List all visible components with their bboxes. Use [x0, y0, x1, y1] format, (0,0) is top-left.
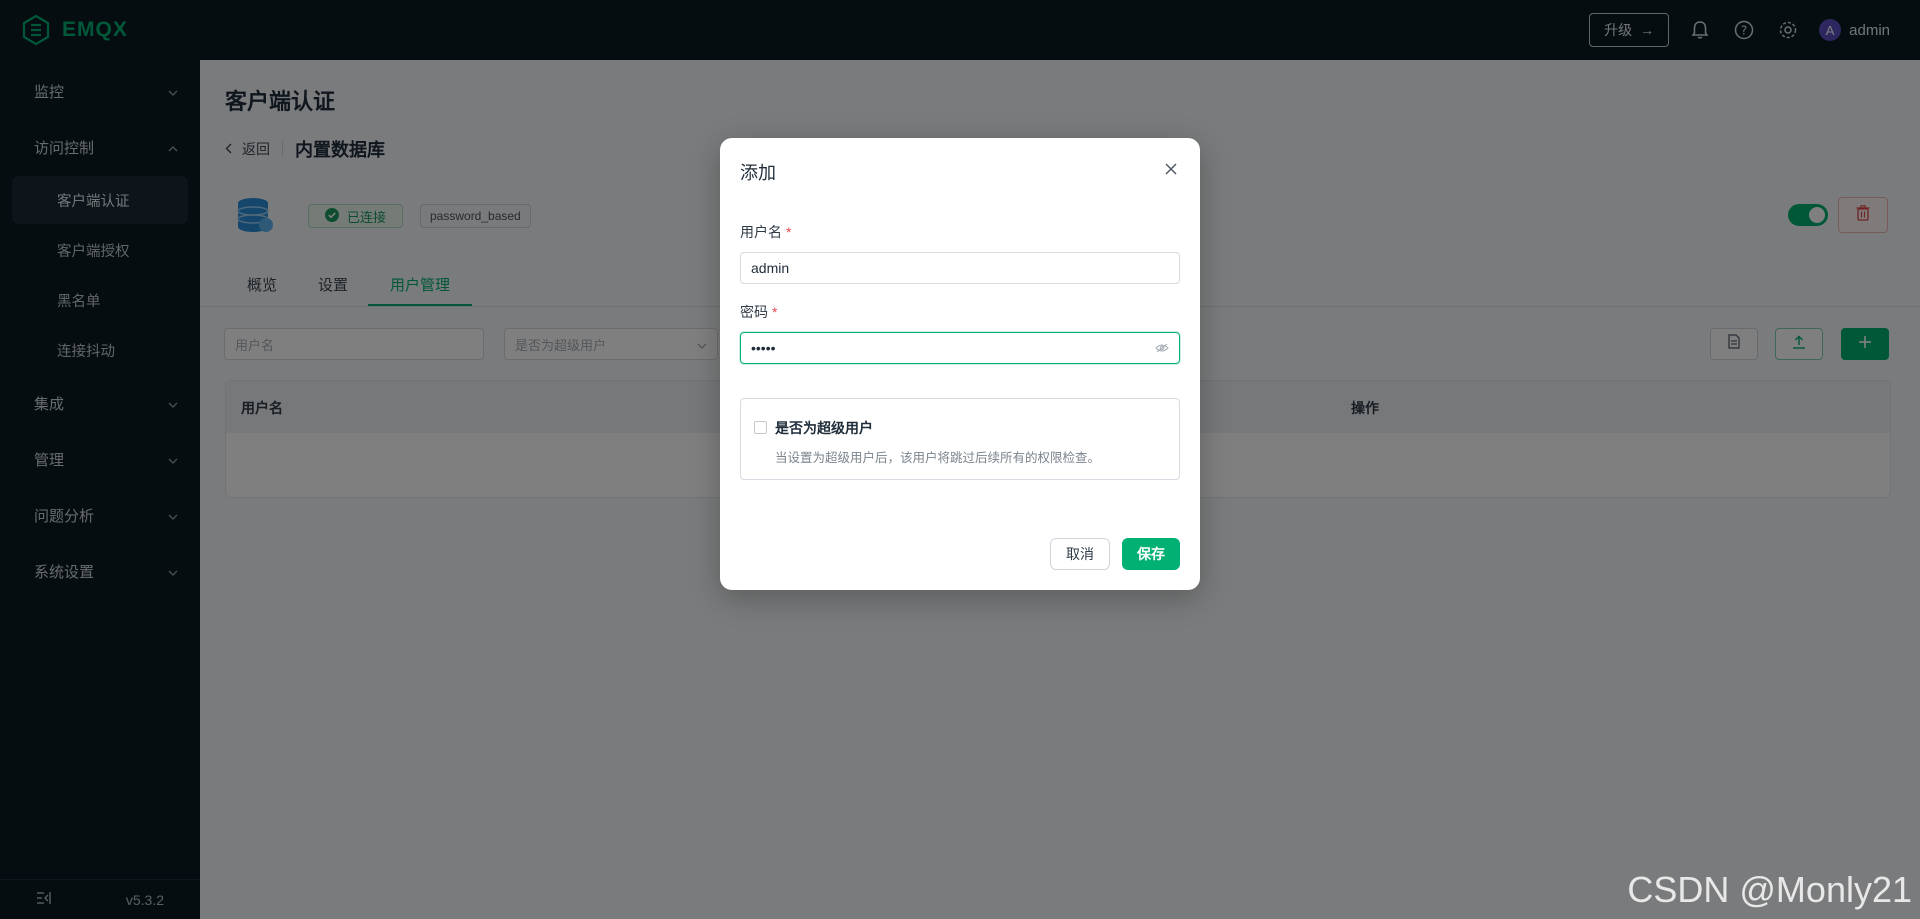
password-label: 密码 * — [740, 302, 777, 322]
password-label-text: 密码 — [740, 304, 768, 320]
username-label-text: 用户名 — [740, 224, 782, 240]
username-label: 用户名 * — [740, 222, 791, 242]
superuser-hint: 当设置为超级用户后，该用户将跳过后续所有的权限检查。 — [775, 451, 1101, 465]
superuser-checkbox[interactable] — [754, 421, 767, 434]
close-icon[interactable] — [1162, 160, 1180, 178]
watermark: CSDN @Monly21 — [1627, 869, 1912, 910]
username-field[interactable]: admin — [740, 252, 1180, 284]
add-user-dialog: 添加 用户名 * admin 密码 * ••••• 是否为超级用户 当设置为超级用户… — [720, 138, 1200, 590]
save-button[interactable]: 保存 — [1122, 538, 1180, 570]
required-asterisk: * — [772, 304, 778, 320]
password-value: ••••• — [751, 340, 776, 356]
superuser-option: 是否为超级用户 当设置为超级用户后，该用户将跳过后续所有的权限检查。 — [740, 398, 1180, 480]
dialog-title: 添加 — [740, 163, 776, 183]
password-field[interactable]: ••••• — [740, 332, 1180, 364]
required-asterisk: * — [786, 224, 792, 240]
username-value: admin — [751, 260, 790, 276]
eye-hidden-icon[interactable] — [1155, 340, 1169, 356]
superuser-label[interactable]: 是否为超级用户 — [775, 418, 873, 438]
cancel-button[interactable]: 取消 — [1050, 538, 1110, 570]
